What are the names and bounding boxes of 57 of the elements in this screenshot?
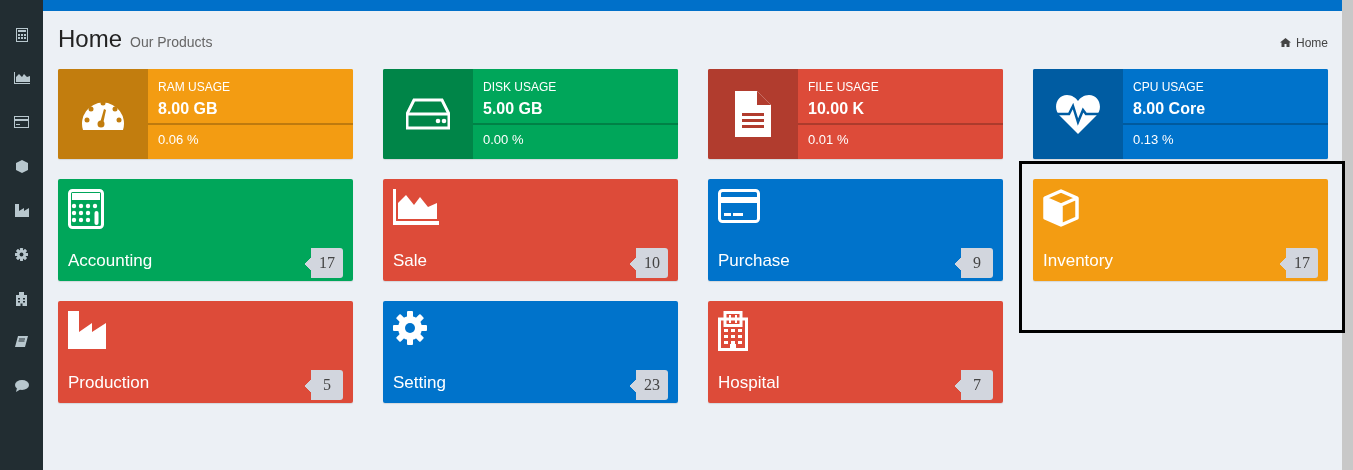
gear-icon[interactable] xyxy=(15,248,28,261)
hard-drive-icon xyxy=(406,98,450,130)
module-tile[interactable]: Setting 23 xyxy=(383,301,678,403)
home-icon xyxy=(1280,38,1291,47)
count-badge: 7 xyxy=(955,370,993,400)
stat-value: 10.00 K xyxy=(808,100,865,118)
cube-icon[interactable] xyxy=(15,160,28,173)
speech-bubble-icon[interactable] xyxy=(14,380,29,392)
hospital-icon[interactable] xyxy=(16,292,27,306)
count-badge: 23 xyxy=(630,370,668,400)
calculator-icon xyxy=(68,189,104,229)
factory-icon xyxy=(68,311,106,349)
calculator-icon[interactable] xyxy=(15,28,28,42)
stat-percent: 0.01 % xyxy=(807,131,850,147)
module-tile[interactable]: Sale 10 xyxy=(383,179,678,281)
page-title: Home xyxy=(58,25,123,53)
module-tile[interactable]: Accounting 17 xyxy=(58,179,353,281)
stat-value: 8.00 GB xyxy=(158,100,218,118)
stat-value: 5.00 GB xyxy=(483,100,543,118)
area-chart-icon xyxy=(393,189,439,225)
module-tile[interactable]: Inventory 17 xyxy=(1033,179,1328,281)
cube-icon xyxy=(1043,189,1079,227)
breadcrumb-link[interactable]: Home xyxy=(1296,35,1328,50)
count-badge: 17 xyxy=(305,248,343,278)
heartbeat-icon xyxy=(1055,94,1101,134)
credit-card-icon xyxy=(718,189,760,223)
count-badge: 5 xyxy=(305,370,343,400)
module-tile[interactable]: Purchase 9 xyxy=(708,179,1003,281)
module-tile[interactable]: Production 5 xyxy=(58,301,353,403)
document-icon xyxy=(735,91,771,137)
module-name: Purchase xyxy=(718,251,790,271)
stat-label: RAM USAGE xyxy=(158,80,230,94)
factory-icon[interactable] xyxy=(14,204,29,217)
module-name: Setting xyxy=(393,373,446,393)
scrollbar[interactable] xyxy=(1342,0,1353,470)
module-name: Hospital xyxy=(718,373,780,393)
count-badge: 10 xyxy=(630,248,668,278)
module-tile[interactable]: Hospital 7 xyxy=(708,301,1003,403)
stat-percent: 0.06 % xyxy=(157,131,200,147)
module-name: Sale xyxy=(393,251,428,271)
module-name: Inventory xyxy=(1043,251,1113,271)
stat-percent: 0.13 % xyxy=(1132,131,1175,147)
module-name: Production xyxy=(68,373,150,393)
stat-value: 8.00 Core xyxy=(1133,100,1206,118)
book-icon[interactable] xyxy=(15,336,28,349)
count-badge: 9 xyxy=(955,248,993,278)
page-subtitle: Our Products xyxy=(130,34,213,50)
stat-label: FILE USAGE xyxy=(808,80,879,94)
stat-label: CPU USAGE xyxy=(1133,80,1204,94)
gear-icon xyxy=(393,311,427,345)
credit-card-icon[interactable] xyxy=(14,116,29,128)
stat-percent: 0.00 % xyxy=(482,131,525,147)
stat-label: DISK USAGE xyxy=(483,80,557,94)
module-name: Accounting xyxy=(68,251,153,271)
count-badge: 17 xyxy=(1280,248,1318,278)
hospital-icon xyxy=(718,311,748,351)
area-chart-icon[interactable] xyxy=(13,72,30,84)
